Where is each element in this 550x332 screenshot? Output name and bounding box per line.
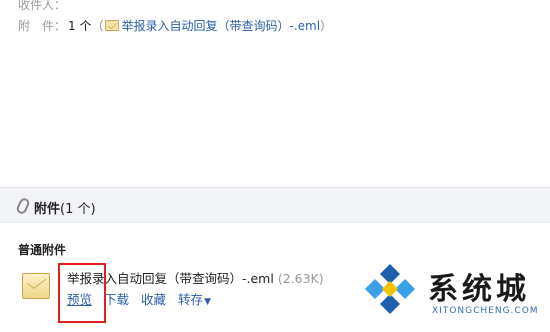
envelope-flap (26, 273, 47, 289)
file-actions: 预览 下载 收藏 转存▼ (67, 289, 211, 308)
section-title: 普通附件 (18, 243, 67, 257)
save-link[interactable]: 收藏 (141, 292, 166, 307)
watermark-sub: XITONGCHENG.COM (432, 306, 539, 316)
attachment-label: 附 件： (18, 19, 67, 33)
download-link[interactable]: 下载 (104, 292, 129, 307)
attachments-count: (1 个) (60, 202, 96, 217)
paren-close: ） (320, 19, 333, 33)
file-name-row: 举报录入自动回复（带查询码）-.eml (2.63K) (67, 268, 324, 287)
attachment-file-link[interactable]: 举报录入自动回复（带查询码）-.eml (121, 19, 320, 33)
paren-open: （ (91, 19, 104, 33)
attachments-title-text: 附件 (34, 202, 61, 217)
paperclip-icon (15, 196, 31, 216)
watermark-text: 系统城 (428, 272, 530, 307)
file-name: 举报录入自动回复（带查询码）-.eml (67, 271, 274, 286)
logo-icon (365, 264, 415, 314)
attachment-row: 附 件： 1 个（ 举报录入自动回复（带查询码）-.eml） (18, 17, 332, 34)
recipients-row: 收件人： (18, 0, 66, 13)
mail-header: 收件人： 附 件： 1 个（ 举报录入自动回复（带查询码）-.eml） (0, 0, 550, 44)
forward-label: 转存 (178, 292, 204, 307)
envelope-file-icon[interactable] (22, 273, 50, 299)
attachments-title: 附件(1 个) (34, 198, 96, 217)
watermark: 系统城 XITONGCHENG.COM (362, 261, 547, 325)
attachment-count: 1 个 (68, 19, 92, 33)
recipients-label: 收件人： (18, 0, 67, 12)
file-size: (2.63K) (277, 271, 324, 286)
forward-dropdown[interactable]: 转存▼ (178, 292, 211, 307)
preview-link[interactable]: 预览 (67, 292, 92, 307)
envelope-icon (105, 20, 120, 31)
attachments-bar: 附件(1 个) (0, 187, 550, 223)
caret-down-icon: ▼ (204, 297, 211, 307)
